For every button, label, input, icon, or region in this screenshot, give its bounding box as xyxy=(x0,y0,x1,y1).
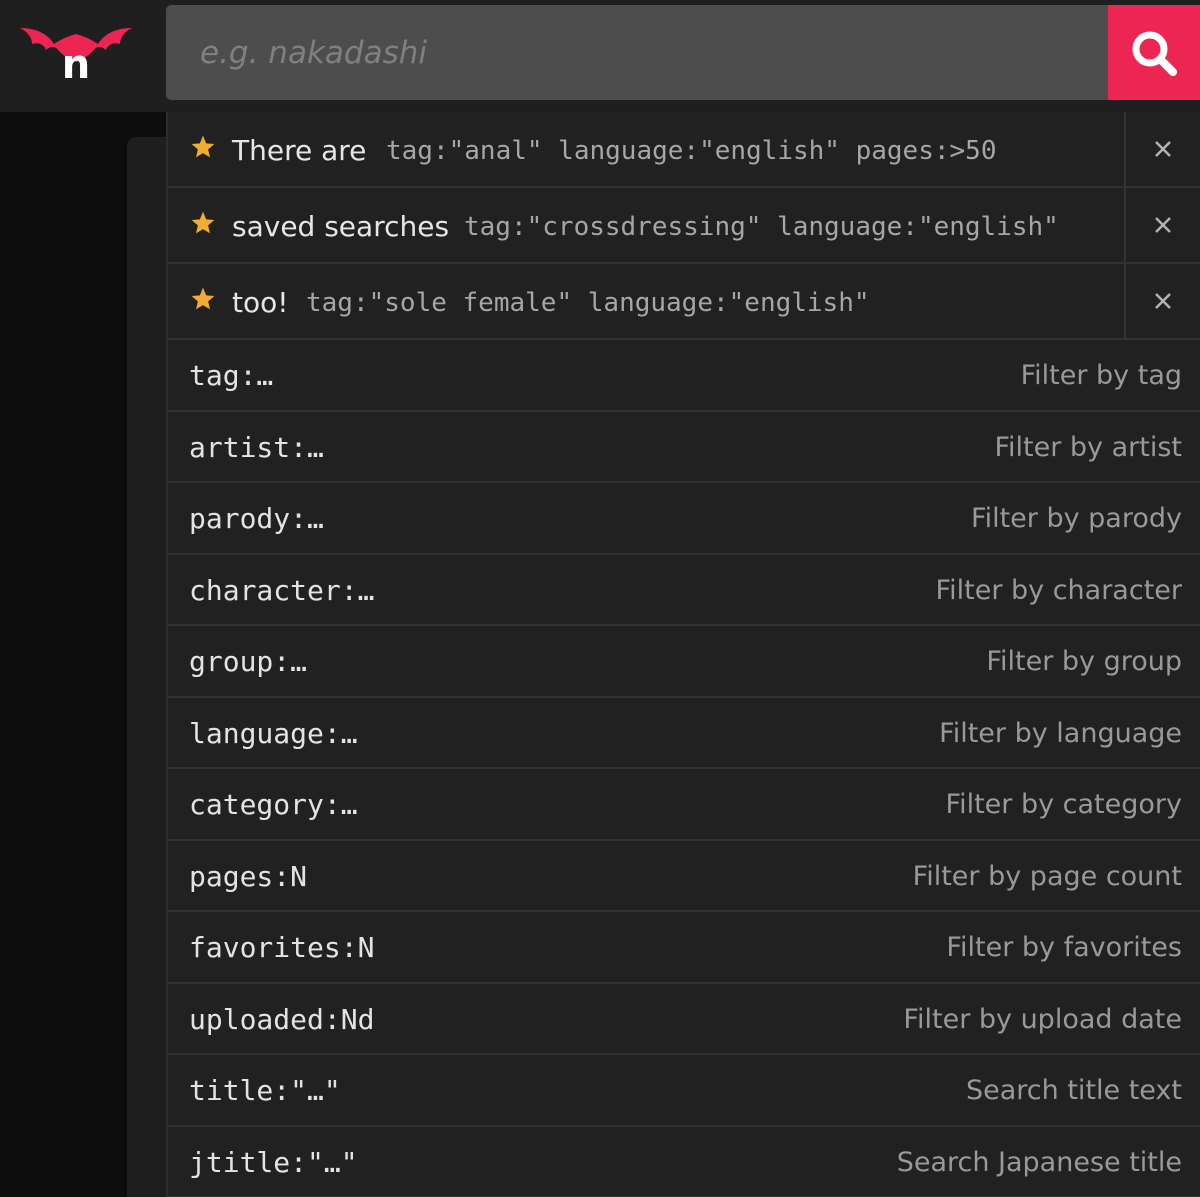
filter-description: Filter by parody xyxy=(971,503,1182,534)
filter-suggestion-pages[interactable]: pages:N Filter by page count xyxy=(168,841,1200,912)
filter-description: Filter by category xyxy=(945,789,1182,820)
remove-saved-search-button[interactable] xyxy=(1124,112,1200,186)
logo-letter: n xyxy=(62,42,90,86)
filter-suggestion-group[interactable]: group:… Filter by group xyxy=(168,626,1200,698)
saved-search-label: too! xyxy=(232,286,289,319)
search-form xyxy=(166,5,1200,100)
filter-description: Filter by favorites xyxy=(946,932,1182,963)
filter-suggestion-parody[interactable]: parody:… Filter by parody xyxy=(168,483,1200,555)
filter-syntax: artist:… xyxy=(189,430,324,464)
filter-suggestion-favorites[interactable]: favorites:N Filter by favorites xyxy=(168,912,1200,984)
filter-description: Filter by artist xyxy=(994,431,1182,463)
filter-description: Filter by character xyxy=(935,574,1182,606)
saved-search-label: saved searches xyxy=(232,210,450,243)
search-icon xyxy=(1132,31,1177,76)
filter-suggestion-uploaded[interactable]: uploaded:Nd Filter by upload date xyxy=(168,984,1200,1055)
site-logo[interactable]: n xyxy=(18,20,134,86)
filter-suggestion-title[interactable]: title:"…" Search title text xyxy=(168,1055,1200,1127)
filter-description: Filter by upload date xyxy=(903,1003,1182,1035)
filter-syntax: pages:N xyxy=(189,859,308,893)
search-button[interactable] xyxy=(1108,5,1200,100)
filter-description: Filter by page count xyxy=(912,860,1182,892)
filter-description: Search Japanese title xyxy=(896,1146,1182,1178)
saved-search-item[interactable]: saved searches tag:"crossdressing" langu… xyxy=(168,188,1200,264)
filter-syntax: language:… xyxy=(189,716,358,750)
search-input[interactable] xyxy=(166,5,1108,100)
filter-suggestion-artist[interactable]: artist:… Filter by artist xyxy=(168,412,1200,483)
close-icon xyxy=(1155,293,1171,309)
filter-suggestion-jtitle[interactable]: jtitle:"…" Search Japanese title xyxy=(168,1127,1200,1197)
saved-search-item[interactable]: too! tag:"sole female" language:"english… xyxy=(168,264,1200,340)
filter-syntax: category:… xyxy=(189,788,358,821)
filter-syntax: character:… xyxy=(189,573,375,607)
star-icon xyxy=(191,211,215,234)
remove-saved-search-button[interactable] xyxy=(1124,264,1200,338)
filter-description: Search title text xyxy=(966,1075,1182,1106)
saved-search-item[interactable]: There are tag:"anal" language:"english" … xyxy=(168,112,1200,188)
close-icon xyxy=(1155,141,1171,157)
filter-description: Filter by language xyxy=(939,717,1182,749)
filter-syntax: favorites:N xyxy=(189,931,375,964)
saved-search-query: tag:"sole female" language:"english" xyxy=(306,288,870,318)
filter-syntax: tag:… xyxy=(189,359,274,392)
filter-syntax: jtitle:"…" xyxy=(189,1145,358,1179)
search-suggestions-dropdown: There are tag:"anal" language:"english" … xyxy=(166,112,1200,1197)
filter-suggestion-language[interactable]: language:… Filter by language xyxy=(168,698,1200,769)
filter-syntax: title:"…" xyxy=(189,1074,341,1107)
filter-suggestion-category[interactable]: category:… Filter by category xyxy=(168,769,1200,841)
star-icon xyxy=(191,135,215,158)
remove-saved-search-button[interactable] xyxy=(1124,188,1200,262)
saved-search-query: tag:"crossdressing" language:"english" xyxy=(464,212,1059,242)
filter-suggestion-tag[interactable]: tag:… Filter by tag xyxy=(168,340,1200,412)
filter-syntax: uploaded:Nd xyxy=(189,1002,375,1036)
filter-syntax: parody:… xyxy=(189,502,324,535)
filter-syntax: group:… xyxy=(189,645,308,678)
saved-search-query: tag:"anal" language:"english" pages:>50 xyxy=(386,136,997,166)
saved-search-label: There are xyxy=(232,134,367,167)
filter-suggestion-character[interactable]: character:… Filter by character xyxy=(168,555,1200,626)
filter-description: Filter by group xyxy=(986,646,1182,677)
close-icon xyxy=(1155,217,1171,233)
star-icon xyxy=(191,287,215,310)
filter-description: Filter by tag xyxy=(1020,360,1182,391)
